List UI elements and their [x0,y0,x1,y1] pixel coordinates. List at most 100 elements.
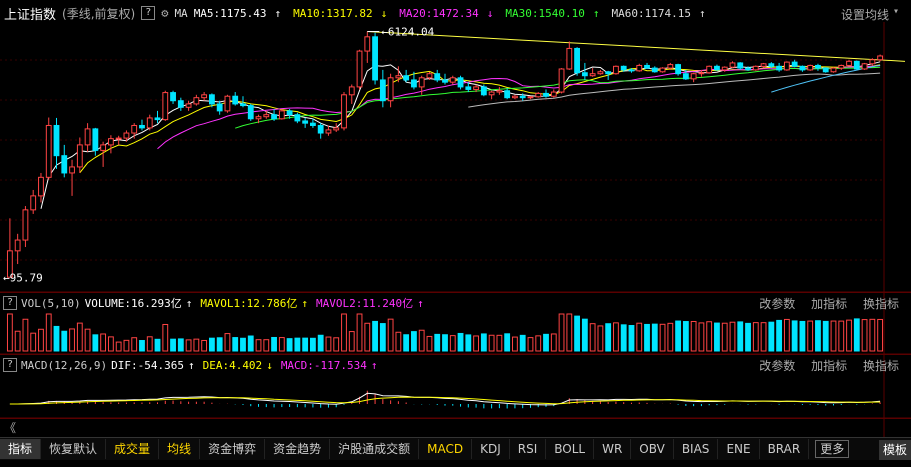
candle-up [488,91,495,96]
macd-legend-bar: ? MACD(12,26,9) DIF:-54.365 ↑ DEA:4.402 ↓ … [0,354,911,375]
volume-legend-bar: ? VOL(5,10) VOLUME:16.293亿 ↑ MAVOL1:12.78… [0,292,911,313]
template-button[interactable]: 模板 [878,440,911,460]
high-label: ←6124.04 [381,26,434,39]
help-icon[interactable]: ? [141,6,156,20]
volume-bar-up [6,313,13,352]
candle-down [247,105,254,120]
volume-bar-down [581,318,588,352]
volume-bar-up [698,322,705,352]
edit-params-button[interactable]: 改参数 [759,359,795,373]
candle-up [162,92,169,121]
candle-up [659,67,666,73]
edit-params-button[interactable]: 改参数 [759,297,795,311]
volume-bar-up [636,322,643,352]
volume-bar-down [247,335,254,352]
volume-bar-up [877,318,884,352]
tab-8[interactable]: KDJ [472,439,510,459]
candle-up [550,91,557,97]
volume-bar-up [123,339,130,352]
scroll-strip[interactable]: 《 [0,418,911,435]
candle-down [519,95,526,99]
tab-11[interactable]: WR [594,439,632,459]
volume-bar-down [411,331,417,352]
candle-down [53,124,60,157]
kline-chart[interactable]: ←6124.04 ←95.79 [0,0,911,467]
tab-6[interactable]: 沪股通成交额 [330,439,420,459]
candle-up [473,86,479,90]
volume-bar-up [341,313,347,352]
tab-1[interactable]: 恢复默认 [41,439,107,459]
candle-up [613,65,619,75]
candle-down [271,114,277,120]
volume-bar-down [737,321,744,352]
volume-bar-down [768,321,775,352]
dif-value: DIF:-54.365 ↑ [111,358,195,372]
candle-down [675,64,682,75]
volume-bar-up [729,321,736,352]
set-ma-button[interactable]: 设置均线 [841,6,889,23]
candle-up [807,64,814,71]
tab-5[interactable]: 资金趋势 [265,439,331,459]
volume-bar-up [558,313,565,352]
candle-up [783,61,790,71]
tab-0[interactable]: 指标 [0,439,42,459]
volume-bar-up [76,322,83,352]
candle-up [861,63,868,70]
candle-down [822,67,829,73]
tab-15[interactable]: BRAR [760,439,810,459]
candle-down [177,100,184,108]
tab-10[interactable]: BOLL [546,439,595,459]
add-indicator-button[interactable]: 加指标 [811,359,847,373]
scroll-left-icon[interactable]: 《 [4,419,16,436]
help-icon[interactable]: ? [3,358,17,372]
candle-down [651,67,658,73]
volume-bar-down [457,332,464,352]
volume-bar-up [201,339,208,352]
volume-bar-down [271,336,277,352]
volume-bar-up [115,341,122,352]
tab-4[interactable]: 资金博弈 [200,439,266,459]
volume-bar-up [162,323,169,352]
gear-icon[interactable]: ⚙ [161,6,168,20]
tab-13[interactable]: BIAS [674,439,719,459]
volume-bar-down [815,320,821,352]
volume-bar-down [651,323,658,352]
volume-bar-up [364,322,371,352]
candle-up [527,96,534,99]
volume-bar-up [325,336,332,352]
candle-down [480,86,487,96]
volume-bar-down [714,322,720,352]
volume-bar-down [644,323,650,352]
add-indicator-button[interactable]: 加指标 [811,297,847,311]
help-icon[interactable]: ? [3,296,17,310]
candle-up [193,97,200,105]
volume-bar-down [574,315,580,352]
candle-up [589,73,596,77]
candle-down [853,60,860,70]
candle-up [263,114,270,118]
candle-up [325,129,332,134]
mavol2-value: MAVOL2:11.240亿 ↑ [316,297,424,310]
switch-indicator-button[interactable]: 换指标 [863,297,899,311]
tab-14[interactable]: ENE [718,439,760,459]
macd-value: MACD:-117.534 ↑ [280,358,378,372]
volume-bar-up [512,336,518,352]
ma10-value: MA10:1317.82 ↓ [293,6,388,20]
volume-bar-up [333,337,340,352]
volume-bar-up [387,318,394,352]
candle-down [240,103,246,107]
candle-up [698,72,705,75]
candle-up [14,239,21,252]
more-button[interactable]: 更多 [815,440,850,458]
switch-indicator-button[interactable]: 换指标 [863,359,899,373]
volume-bar-up [807,320,814,352]
tab-3[interactable]: 均线 [159,439,201,459]
chevron-down-icon[interactable]: ▾ [893,6,899,17]
tab-9[interactable]: RSI [510,439,547,459]
tab-7[interactable]: MACD [419,439,473,459]
tab-2[interactable]: 成交量 [106,439,160,459]
tab-12[interactable]: OBV [631,439,674,459]
candle-down [791,61,798,67]
volume-bar-up [263,339,270,352]
period-subtitle: (季线,前复权) [62,6,136,21]
